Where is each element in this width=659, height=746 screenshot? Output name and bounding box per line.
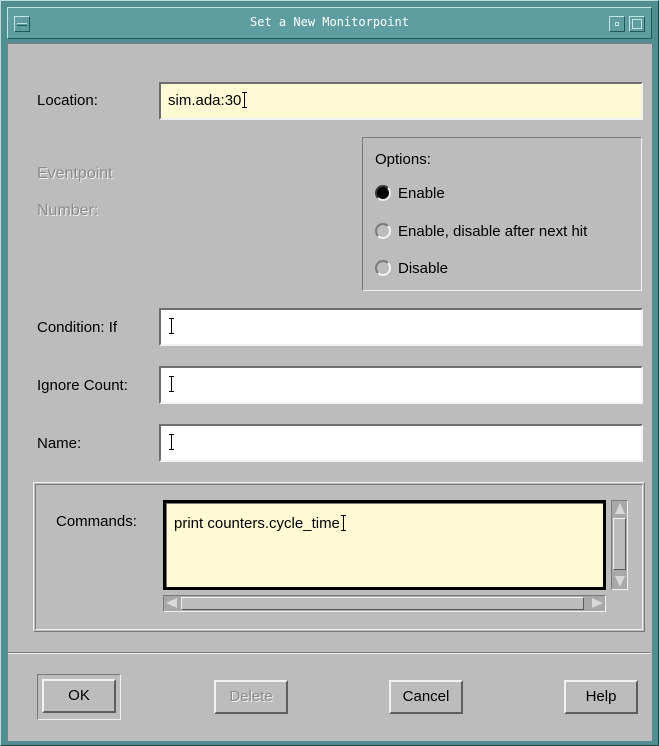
option-enable[interactable]: Enable bbox=[375, 182, 445, 204]
radio-selected-icon[interactable] bbox=[375, 185, 391, 201]
condition-field[interactable] bbox=[159, 308, 643, 346]
location-value: sim.ada:30 bbox=[168, 92, 248, 109]
cancel-button[interactable]: Cancel bbox=[389, 680, 463, 714]
minimize-button[interactable] bbox=[609, 16, 625, 32]
maximize-icon bbox=[632, 19, 642, 29]
scroll-left-arrow-icon[interactable] bbox=[166, 598, 177, 608]
condition-value bbox=[168, 318, 174, 335]
options-group: Options: Enable Enable, disable after ne… bbox=[362, 137, 642, 291]
text-cursor-icon bbox=[169, 434, 174, 450]
name-label: Name: bbox=[37, 435, 82, 452]
text-cursor-icon bbox=[169, 376, 174, 392]
window-title: Set a New Monitorpoint bbox=[250, 15, 409, 29]
commands-frame-inner: Commands: print counters.cycle_time bbox=[35, 484, 643, 630]
location-field[interactable]: sim.ada:30 bbox=[159, 82, 643, 120]
option-enable-label: Enable bbox=[398, 184, 445, 202]
scroll-down-arrow-icon[interactable] bbox=[615, 576, 625, 587]
condition-label: Condition: If bbox=[37, 319, 118, 336]
radio-unselected-icon[interactable] bbox=[375, 223, 391, 239]
text-cursor-icon bbox=[242, 92, 248, 108]
option-disable[interactable]: Disable bbox=[375, 257, 448, 279]
window-menu-icon bbox=[17, 23, 27, 26]
ignore-count-value bbox=[168, 376, 174, 393]
location-label: Location: bbox=[37, 92, 98, 109]
commands-textarea[interactable]: print counters.cycle_time bbox=[163, 500, 606, 590]
option-disable-label: Disable bbox=[398, 259, 449, 277]
option-enable-disable-after-hit[interactable]: Enable, disable after next hit bbox=[375, 220, 587, 242]
name-field[interactable] bbox=[159, 424, 643, 462]
dialog-body: Location: sim.ada:30 Eventpoint Number: … bbox=[7, 43, 652, 741]
dialog-window: Set a New Monitorpoint Location: sim.ada… bbox=[0, 0, 659, 746]
name-value bbox=[168, 434, 174, 451]
maximize-button[interactable] bbox=[629, 16, 645, 32]
options-title: Options: bbox=[375, 151, 431, 168]
ok-button[interactable]: OK bbox=[42, 679, 116, 713]
radio-unselected-icon[interactable] bbox=[375, 260, 391, 276]
help-button[interactable]: Help bbox=[564, 680, 638, 714]
scroll-up-arrow-icon[interactable] bbox=[615, 503, 625, 514]
vertical-scroll-thumb[interactable] bbox=[613, 518, 626, 570]
text-cursor-icon bbox=[169, 318, 174, 334]
title-bar[interactable]: Set a New Monitorpoint bbox=[7, 7, 652, 39]
commands-frame: Commands: print counters.cycle_time bbox=[33, 482, 645, 632]
ignore-count-field[interactable] bbox=[159, 366, 643, 404]
eventpoint-label-line1: Eventpoint bbox=[37, 165, 113, 182]
horizontal-scroll-thumb[interactable] bbox=[181, 597, 584, 610]
eventpoint-label-line2: Number: bbox=[37, 202, 99, 219]
minimize-icon bbox=[615, 22, 619, 26]
default-button-ring: OK bbox=[37, 674, 121, 720]
button-separator bbox=[8, 652, 651, 654]
scroll-right-arrow-icon[interactable] bbox=[592, 598, 603, 608]
window-menu-button[interactable] bbox=[14, 16, 30, 32]
option-enable-disable-label: Enable, disable after next hit bbox=[398, 222, 588, 240]
commands-value: print counters.cycle_time bbox=[174, 515, 346, 532]
commands-horizontal-scrollbar[interactable] bbox=[163, 595, 606, 612]
commands-vertical-scrollbar[interactable] bbox=[611, 500, 628, 590]
commands-label: Commands: bbox=[56, 513, 137, 530]
text-cursor-icon bbox=[340, 515, 346, 531]
ignore-count-label: Ignore Count: bbox=[37, 377, 128, 394]
delete-button: Delete bbox=[214, 680, 288, 714]
